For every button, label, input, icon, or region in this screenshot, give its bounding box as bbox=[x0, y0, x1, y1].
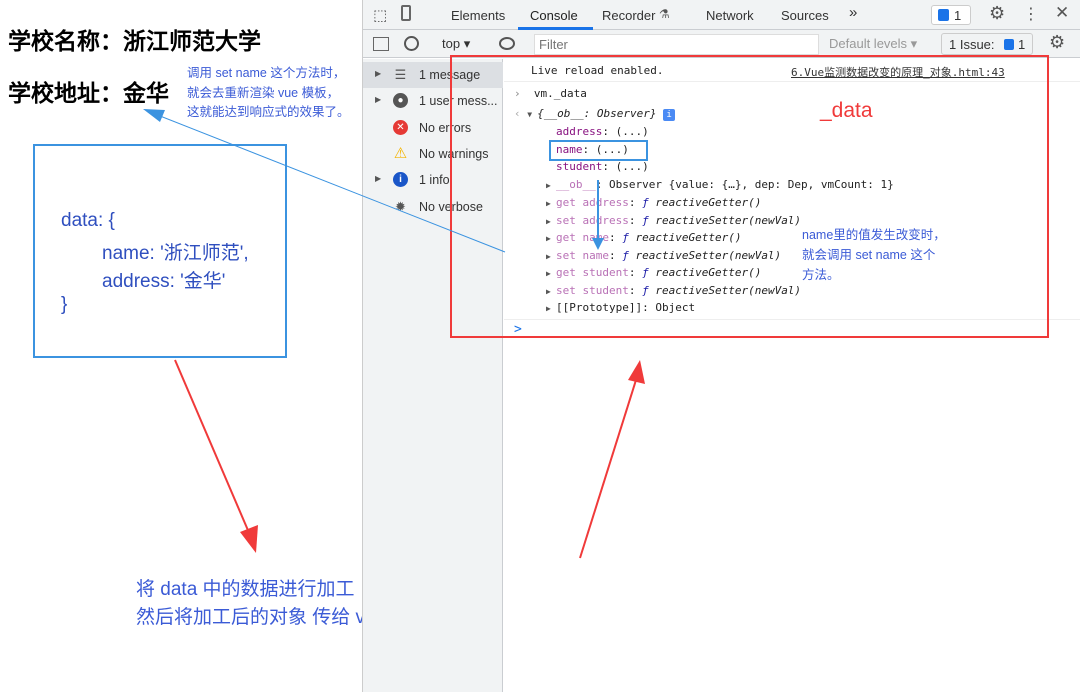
blue-pointer-line bbox=[154, 113, 506, 253]
blue-arrowhead bbox=[143, 109, 165, 122]
blue-down-arrowhead bbox=[592, 238, 604, 250]
red-arrowhead-right bbox=[628, 360, 645, 384]
red-arrow-right bbox=[579, 379, 637, 559]
red-arrow-left bbox=[174, 359, 251, 536]
annotation-arrows bbox=[143, 109, 645, 559]
red-arrowhead-left bbox=[240, 525, 258, 553]
